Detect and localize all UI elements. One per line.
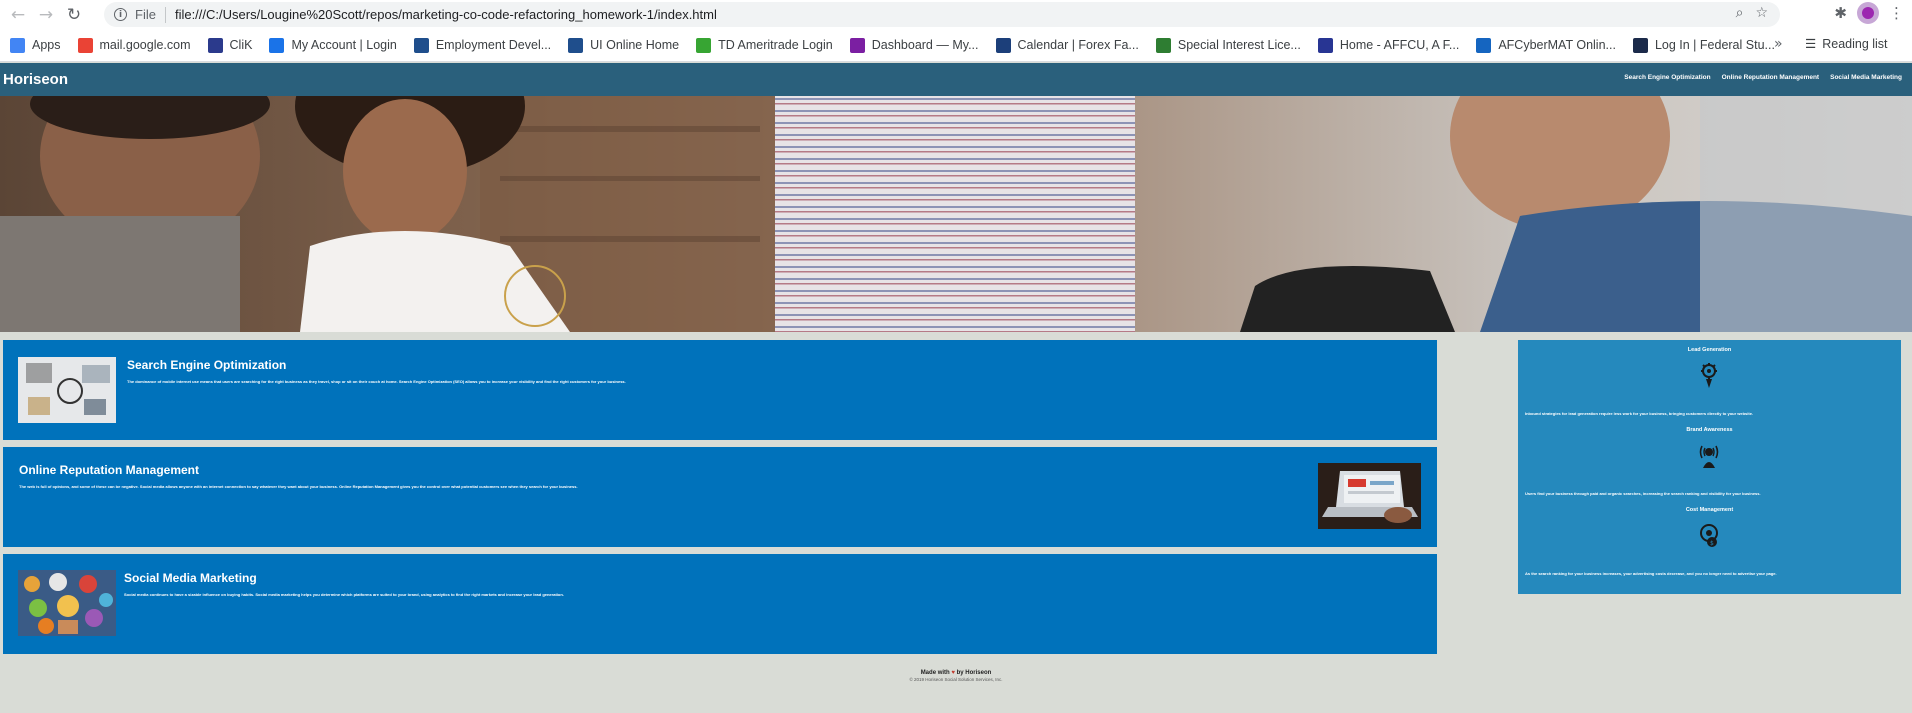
benefit-lead: Lead Generation Inbound strategies for l… bbox=[1518, 347, 1901, 416]
brand-awareness-icon bbox=[1698, 442, 1720, 470]
bookmark-item[interactable]: Home - AFFCU, A F... bbox=[1317, 37, 1460, 53]
social-text: Social media continues to have a sizable… bbox=[124, 592, 564, 597]
reading-list-label: Reading list bbox=[1822, 36, 1888, 51]
bookmark-item[interactable]: Dashboard — My... bbox=[849, 37, 979, 53]
bookmark-label: UI Online Home bbox=[590, 38, 680, 52]
bookmark-item[interactable]: Calendar | Forex Fa... bbox=[995, 37, 1139, 53]
seo-card: Search Engine Optimization The dominance… bbox=[3, 340, 1437, 440]
account-icon bbox=[269, 37, 285, 53]
lead-generation-icon bbox=[1698, 362, 1720, 390]
bookmark-label: Employment Devel... bbox=[435, 38, 552, 52]
bookmark-label: TD Ameritrade Login bbox=[718, 38, 833, 52]
apps-grid-icon bbox=[10, 37, 25, 53]
nav-link-seo[interactable]: Search Engine Optimization bbox=[1624, 74, 1710, 81]
bookmark-label: mail.google.com bbox=[99, 38, 191, 52]
benefit-brand: Brand Awareness Users find your business… bbox=[1518, 427, 1901, 496]
bookmark-item[interactable]: CliK bbox=[207, 37, 253, 53]
nav-link-social[interactable]: Social Media Marketing bbox=[1830, 74, 1902, 81]
bookmark-label: Special Interest Lice... bbox=[1177, 38, 1301, 52]
forward-arrow-icon[interactable]: → bbox=[32, 1, 60, 29]
bookmark-item[interactable]: Special Interest Lice... bbox=[1155, 37, 1301, 53]
browser-toolbar: ← → ↻ i File file:///C:/Users/Lougine%20… bbox=[0, 0, 1912, 29]
bookmark-label: Dashboard — My... bbox=[871, 38, 979, 52]
bookmark-item[interactable]: UI Online Home bbox=[568, 37, 680, 53]
footer-made-with: Made with ♥ by Horiseon bbox=[0, 670, 1912, 676]
bookmark-item[interactable]: AFCyberMAT Onlin... bbox=[1476, 37, 1616, 53]
nav-link-reputation[interactable]: Online Reputation Management bbox=[1722, 74, 1820, 81]
benefit-lead-title: Lead Generation bbox=[1687, 347, 1732, 353]
bookmark-label: My Account | Login bbox=[291, 38, 397, 52]
benefit-brand-text: Users find your business through paid an… bbox=[1525, 491, 1761, 496]
site-logo[interactable]: Horiseon bbox=[3, 71, 68, 88]
reading-list-icon: ☰ bbox=[1805, 36, 1817, 51]
affcu-icon bbox=[1317, 37, 1333, 53]
benefits-panel: Lead Generation Inbound strategies for l… bbox=[1518, 340, 1901, 594]
site-footer: Made with ♥ by Horiseon © 2019 Horiseon … bbox=[0, 670, 1912, 682]
benefit-brand-title: Brand Awareness bbox=[1686, 427, 1733, 433]
footer-made-prefix: Made with bbox=[920, 670, 950, 676]
bookmark-label: AFCyberMAT Onlin... bbox=[1498, 38, 1616, 52]
extensions-icon[interactable]: ✱ bbox=[1834, 4, 1847, 22]
seal-icon bbox=[1155, 37, 1171, 53]
svg-text:$: $ bbox=[1710, 540, 1714, 547]
url-scheme: File bbox=[135, 7, 156, 22]
social-image bbox=[18, 570, 116, 636]
afcyber-icon bbox=[1476, 37, 1492, 53]
reputation-text: The web is full of opinions, and some of… bbox=[19, 484, 578, 489]
bookmark-item[interactable]: TD Ameritrade Login bbox=[696, 37, 833, 53]
dashboard-icon bbox=[849, 37, 865, 53]
hero-image bbox=[0, 96, 1912, 332]
social-title: Social Media Marketing bbox=[124, 571, 257, 585]
url-text[interactable]: file:///C:/Users/Lougine%20Scott/repos/m… bbox=[175, 7, 717, 22]
fsa-icon bbox=[1632, 37, 1648, 53]
site-nav: Search Engine Optimization Online Reputa… bbox=[1624, 74, 1902, 81]
footer-copyright: © 2019 Horiseon Social Solution Services… bbox=[909, 677, 1003, 682]
back-arrow-icon[interactable]: ← bbox=[4, 1, 32, 29]
reputation-title: Online Reputation Management bbox=[19, 463, 200, 477]
forex-icon bbox=[995, 37, 1011, 53]
bookmark-label: Apps bbox=[32, 38, 61, 52]
benefit-lead-text: Inbound strategies for lead generation r… bbox=[1525, 411, 1754, 416]
gmail-icon bbox=[77, 37, 93, 53]
seo-image bbox=[18, 357, 116, 423]
reading-list-button[interactable]: ☰ Reading list bbox=[1805, 36, 1888, 51]
browser-menu-icon[interactable]: ⋮ bbox=[1889, 4, 1904, 22]
benefit-cost: Cost Management $ As the search ranking … bbox=[1518, 507, 1901, 576]
bookmark-item[interactable]: My Account | Login bbox=[269, 37, 397, 53]
footer-made-suffix: by Horiseon bbox=[956, 670, 992, 676]
heart-icon: ♥ bbox=[951, 670, 955, 676]
more-bookmarks-icon[interactable]: » bbox=[1774, 36, 1783, 52]
clik-icon bbox=[207, 37, 223, 53]
bookmark-item[interactable]: Employment Devel... bbox=[413, 37, 552, 53]
cost-management-icon: $ bbox=[1698, 522, 1720, 550]
bookmark-item[interactable]: Apps bbox=[10, 37, 61, 53]
bookmarks-bar: Apps mail.google.com CliK My Account | Logi… bbox=[0, 29, 1912, 62]
reputation-card: Online Reputation Management The web is … bbox=[3, 447, 1437, 547]
reload-icon[interactable]: ↻ bbox=[60, 1, 88, 29]
address-bar[interactable]: i File file:///C:/Users/Lougine%20Scott/… bbox=[104, 2, 1780, 27]
bookmark-label: Calendar | Forex Fa... bbox=[1017, 38, 1139, 52]
bookmark-label: Home - AFFCU, A F... bbox=[1339, 38, 1460, 52]
social-card: Social Media Marketing Social media cont… bbox=[3, 554, 1437, 654]
reputation-image bbox=[1318, 463, 1421, 529]
edd-icon bbox=[413, 37, 429, 53]
benefit-cost-title: Cost Management bbox=[1685, 507, 1734, 513]
site-header: Horiseon Search Engine Optimization Onli… bbox=[0, 63, 1912, 96]
bookmark-label: CliK bbox=[229, 38, 253, 52]
zoom-icon[interactable]: ⌕ bbox=[1736, 5, 1744, 21]
divider bbox=[164, 6, 166, 23]
bookmark-label: Log In | Federal Stu... bbox=[1654, 38, 1775, 52]
edd-icon bbox=[568, 37, 584, 53]
seo-text: The dominance of mobile internet use mea… bbox=[127, 379, 626, 384]
td-icon bbox=[696, 37, 712, 53]
info-icon[interactable]: i bbox=[114, 8, 127, 21]
bookmark-item[interactable]: mail.google.com bbox=[77, 37, 191, 53]
seo-title: Search Engine Optimization bbox=[127, 358, 287, 372]
benefit-cost-text: As the search ranking for your business … bbox=[1525, 571, 1777, 576]
profile-avatar[interactable] bbox=[1857, 2, 1879, 24]
bookmark-star-icon[interactable]: ☆ bbox=[1755, 5, 1768, 21]
bookmark-item[interactable]: Log In | Federal Stu... bbox=[1632, 37, 1775, 53]
